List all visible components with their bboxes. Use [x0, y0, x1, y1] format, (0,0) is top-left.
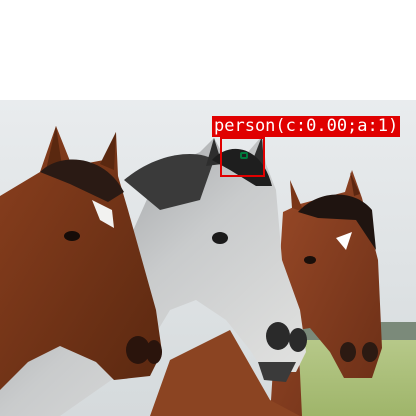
annotated-image: person(c:0.00;a:1) [0, 0, 416, 416]
horses-photo [0, 100, 416, 416]
detection-label: person(c:0.00;a:1) [212, 116, 401, 137]
detection-center-marker [240, 152, 248, 159]
